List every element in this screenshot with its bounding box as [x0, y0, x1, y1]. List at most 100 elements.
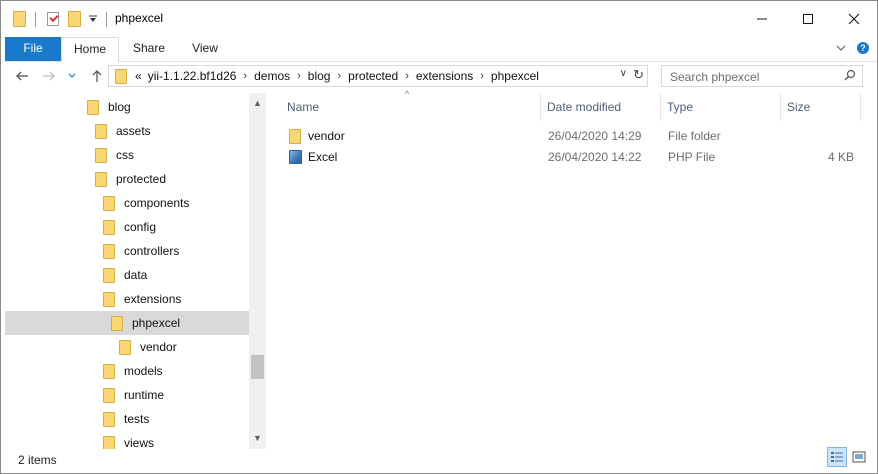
folder-icon	[95, 147, 107, 163]
file-row-vendor[interactable]: vendor 26/04/2020 14:29 File folder	[281, 126, 863, 147]
php-file-icon	[289, 150, 302, 165]
help-icon[interactable]: ?	[855, 37, 871, 59]
folder-icon	[289, 129, 301, 144]
tab-file[interactable]: File	[5, 37, 61, 61]
folder-icon	[103, 363, 115, 379]
file-date: 26/04/2020 14:22	[548, 150, 642, 164]
large-icons-view-icon	[852, 451, 866, 463]
address-dropdown-icon[interactable]: ∨	[620, 68, 627, 79]
tree-item-config[interactable]: config	[5, 215, 249, 239]
file-size: 4 KB	[827, 150, 854, 164]
tree-item-controllers[interactable]: controllers	[5, 239, 249, 263]
folder-icon	[103, 267, 115, 283]
folder-icon	[103, 291, 115, 307]
forward-button[interactable]	[38, 65, 60, 87]
expand-ribbon-icon[interactable]	[833, 37, 849, 59]
folder-icon	[95, 123, 107, 139]
large-icons-view-button[interactable]	[849, 447, 869, 467]
navigation-bar: « yii-1.1.22.bf1d26 › demos › blog › pro…	[1, 62, 877, 92]
tree-item-views[interactable]: views	[5, 431, 249, 449]
item-count: 2 items	[18, 453, 57, 467]
tree-item-assets[interactable]: assets	[5, 119, 249, 143]
column-header-type[interactable]: Type	[661, 93, 781, 121]
breadcrumb-extensions[interactable]: extensions	[416, 69, 473, 83]
breadcrumb-protected[interactable]: protected	[348, 69, 398, 83]
tree-item-phpexcel[interactable]: phpexcel	[5, 311, 249, 335]
customize-qa-dropdown-icon[interactable]	[88, 1, 98, 37]
navigation-pane: blog assets css protected components con…	[5, 93, 249, 449]
properties-icon[interactable]	[47, 1, 59, 37]
folder-icon	[87, 99, 99, 115]
title-bar: phpexcel	[1, 1, 877, 37]
folder-icon	[95, 171, 107, 187]
breadcrumb-phpexcel[interactable]: phpexcel	[491, 69, 539, 83]
status-bar: 2 items	[1, 449, 877, 473]
folder-icon	[103, 243, 115, 259]
folder-icon	[13, 1, 26, 37]
tab-home[interactable]: Home	[61, 37, 119, 62]
file-type: PHP File	[668, 150, 716, 164]
recent-locations-icon[interactable]	[65, 65, 79, 87]
tree-item-components[interactable]: components	[5, 191, 249, 215]
breadcrumb-demos[interactable]: demos	[254, 69, 290, 83]
breadcrumb-blog[interactable]: blog	[308, 69, 331, 83]
search-box[interactable]: Search phpexcel	[661, 65, 863, 87]
breadcrumb-yii[interactable]: yii-1.1.22.bf1d26	[148, 69, 237, 83]
scroll-down-icon[interactable]: ▼	[249, 430, 266, 447]
tree-item-vendor[interactable]: vendor	[5, 335, 249, 359]
tree-item-blog[interactable]: blog	[5, 95, 249, 119]
column-header-size[interactable]: Size	[781, 93, 861, 121]
tree-item-css[interactable]: css	[5, 143, 249, 167]
window-title: phpexcel	[115, 11, 164, 25]
column-header-name[interactable]: Name	[281, 93, 541, 121]
address-bar[interactable]: « yii-1.1.22.bf1d26 › demos › blog › pro…	[108, 65, 648, 87]
file-name: Excel	[308, 150, 338, 164]
chevron-right-icon[interactable]: ›	[405, 70, 409, 82]
file-row-excel[interactable]: Excel 26/04/2020 14:22 PHP File 4 KB	[281, 147, 863, 168]
qa-separator	[106, 1, 107, 37]
folder-icon	[119, 339, 131, 355]
tree-item-protected[interactable]: protected	[5, 167, 249, 191]
nav-scrollbar[interactable]: ▲ ▼	[249, 93, 266, 449]
file-name: vendor	[308, 129, 345, 143]
details-view-button[interactable]	[827, 447, 847, 467]
tree-item-runtime[interactable]: runtime	[5, 383, 249, 407]
folder-icon	[103, 435, 115, 449]
chevron-right-icon[interactable]: ›	[297, 70, 301, 82]
minimize-button[interactable]	[739, 1, 785, 37]
folder-icon	[111, 315, 123, 331]
new-folder-icon[interactable]	[68, 1, 81, 37]
chevron-right-icon[interactable]: ›	[243, 70, 247, 82]
breadcrumb-overflow[interactable]: «	[135, 69, 142, 83]
folder-icon	[103, 219, 115, 235]
search-icon[interactable]	[844, 69, 856, 81]
folder-icon	[103, 387, 115, 403]
explorer-window: phpexcel File Home Share View ? « yii-1.…	[0, 0, 878, 474]
chevron-right-icon[interactable]: ›	[480, 70, 484, 82]
close-button[interactable]	[831, 1, 877, 37]
file-date: 26/04/2020 14:29	[548, 129, 642, 143]
up-button[interactable]	[86, 65, 108, 87]
tree-item-tests[interactable]: tests	[5, 407, 249, 431]
details-view-icon	[831, 452, 843, 462]
folder-icon	[103, 195, 115, 211]
tree-item-models[interactable]: models	[5, 359, 249, 383]
folder-icon	[115, 68, 127, 84]
maximize-button[interactable]	[785, 1, 831, 37]
tree-item-extensions[interactable]: extensions	[5, 287, 249, 311]
scroll-thumb[interactable]	[251, 355, 264, 379]
back-button[interactable]	[11, 65, 33, 87]
qa-separator	[35, 1, 36, 37]
refresh-icon[interactable]: ↻	[633, 67, 644, 83]
tab-share[interactable]: Share	[121, 37, 177, 61]
search-input[interactable]: Search phpexcel	[670, 70, 759, 84]
breadcrumb: « yii-1.1.22.bf1d26 › demos › blog › pro…	[135, 69, 539, 83]
scroll-up-icon[interactable]: ▲	[249, 95, 266, 112]
column-header-date[interactable]: Date modified	[541, 93, 661, 121]
tab-view[interactable]: View	[177, 37, 233, 61]
file-size	[788, 126, 854, 147]
chevron-right-icon[interactable]: ›	[337, 70, 341, 82]
folder-icon	[103, 411, 115, 427]
tree-item-data[interactable]: data	[5, 263, 249, 287]
file-type: File folder	[668, 129, 721, 143]
